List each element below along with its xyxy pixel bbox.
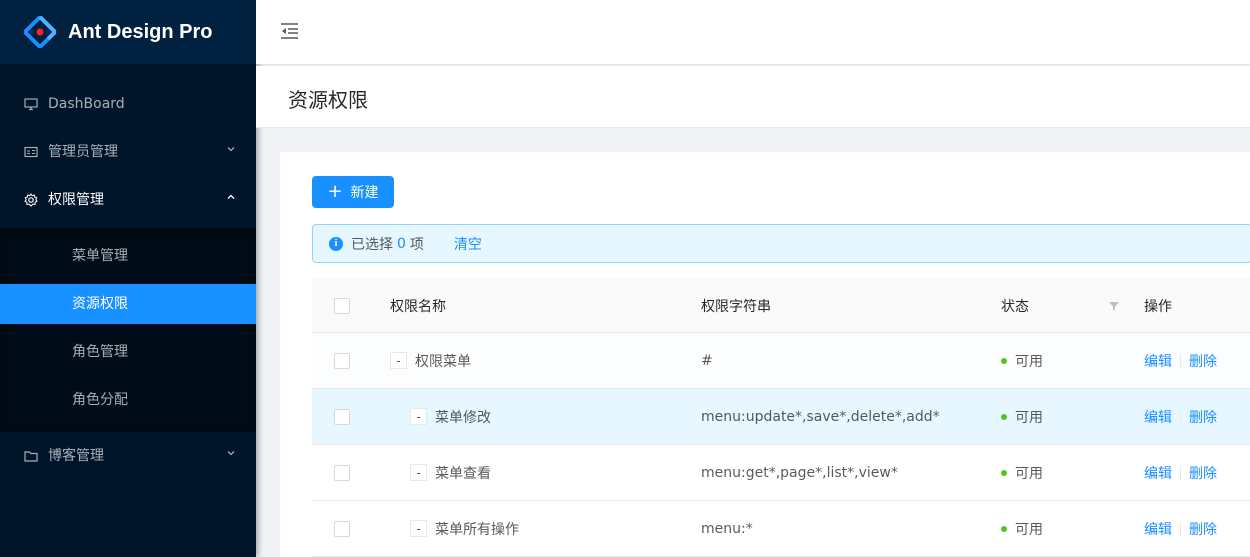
column-header-permission-string: 权限字符串 [701, 298, 771, 315]
sidebar-menu: DashBoard 管理员管理 权限管理 菜单管理 资源权限 角色管理 角色分配… [0, 64, 256, 476]
delete-link[interactable]: 删除 [1189, 407, 1217, 427]
collapse-row-icon[interactable]: - [410, 520, 427, 537]
ant-design-logo-icon [22, 14, 58, 50]
alert-prefix: 已选择 [351, 236, 393, 253]
filter-icon[interactable] [1108, 300, 1120, 312]
row-checkbox[interactable] [334, 520, 350, 537]
row-checkbox[interactable] [334, 408, 350, 425]
table-header: 权限名称 权限字符串 状态 操作 [312, 279, 1250, 333]
collapse-row-icon[interactable]: - [410, 408, 427, 425]
sidebar-item-resource-permissions[interactable]: 资源权限 [0, 284, 256, 324]
permission-string: menu:get*,page*,list*,view* [701, 464, 898, 481]
table-row: - 菜单修改 menu:update*,save*,delete*,add* 可… [312, 389, 1250, 445]
desktop-icon [24, 97, 38, 111]
logo[interactable]: Ant Design Pro [0, 0, 256, 64]
idcard-icon [24, 145, 38, 159]
setting-icon [24, 193, 38, 207]
chevron-down-icon [226, 436, 236, 476]
edit-link[interactable]: 编辑 [1144, 351, 1172, 371]
status-badge: 可用 [1001, 389, 1043, 444]
select-all-checkbox[interactable] [334, 297, 350, 314]
collapse-row-icon[interactable]: - [390, 352, 407, 369]
sidebar-item-role-assignment[interactable]: 角色分配 [0, 380, 256, 420]
chevron-down-icon [226, 132, 236, 172]
status-dot-icon [1001, 469, 1007, 476]
status-dot-icon [1001, 357, 1007, 364]
permissions-table: 权限名称 权限字符串 状态 操作 - 权限菜单 # 可用 编辑 删除 - 菜单修… [312, 279, 1250, 557]
new-button[interactable]: + 新建 [312, 176, 394, 208]
sidebar-item-permission-management[interactable]: 权限管理 [0, 180, 256, 220]
permission-name: 菜单修改 [435, 409, 491, 426]
divider [1180, 409, 1181, 424]
table-row: - 菜单所有操作 menu:* 可用 编辑 删除 [312, 501, 1250, 557]
permission-string: menu:* [701, 520, 753, 537]
clear-selection-link[interactable]: 清空 [454, 234, 482, 254]
status-badge: 可用 [1001, 445, 1043, 500]
permission-name: 菜单所有操作 [435, 521, 519, 538]
status-badge: 可用 [1001, 501, 1043, 556]
edit-link[interactable]: 编辑 [1144, 519, 1172, 539]
table-row: - 权限菜单 # 可用 编辑 删除 [312, 333, 1250, 389]
status-text: 可用 [1015, 409, 1043, 426]
selection-alert: i 已选择 0 项 清空 [312, 224, 1250, 263]
sidebar-item-label: DashBoard [48, 96, 125, 112]
permission-submenu: 菜单管理 资源权限 角色管理 角色分配 [0, 228, 256, 432]
sidebar-item-menu-management[interactable]: 菜单管理 [0, 236, 256, 276]
status-text: 可用 [1015, 521, 1043, 538]
app-title: Ant Design Pro [68, 20, 213, 43]
menu-fold-icon[interactable] [280, 20, 300, 42]
chevron-up-icon [226, 180, 236, 220]
status-dot-icon [1001, 413, 1007, 420]
divider [1180, 465, 1181, 480]
permission-name: 权限菜单 [415, 353, 471, 370]
edit-link[interactable]: 编辑 [1144, 463, 1172, 483]
status-text: 可用 [1015, 353, 1043, 370]
folder-icon [24, 449, 38, 463]
alert-suffix: 项 [409, 236, 424, 253]
delete-link[interactable]: 删除 [1189, 519, 1217, 539]
table-row: - 菜单查看 menu:get*,page*,list*,view* 可用 编辑… [312, 445, 1250, 501]
page-title: 资源权限 [288, 88, 368, 112]
sidebar-item-blog-management[interactable]: 博客管理 [0, 436, 256, 476]
divider [1180, 353, 1181, 368]
row-checkbox[interactable] [334, 464, 350, 481]
global-header [256, 0, 1250, 64]
column-header-actions: 操作 [1144, 298, 1172, 315]
divider [1180, 521, 1181, 536]
sidebar-item-role-management[interactable]: 角色管理 [0, 332, 256, 372]
status-badge: 可用 [1001, 333, 1043, 388]
collapse-row-icon[interactable]: - [410, 464, 427, 481]
delete-link[interactable]: 删除 [1189, 351, 1217, 371]
selected-count: 0 [397, 235, 406, 252]
sidebar-item-label: 权限管理 [48, 192, 104, 208]
sidebar-item-dashboard[interactable]: DashBoard [0, 84, 256, 124]
sidebar-item-label: 博客管理 [48, 448, 104, 464]
info-circle-icon: i [329, 236, 343, 251]
page-header: 资源权限 [256, 66, 1250, 128]
new-button-label: 新建 [350, 185, 379, 201]
permission-string: # [701, 352, 713, 369]
delete-link[interactable]: 删除 [1189, 463, 1217, 483]
status-text: 可用 [1015, 465, 1043, 482]
sidebar: Ant Design Pro DashBoard 管理员管理 权限管理 菜单管理… [0, 0, 256, 557]
column-header-name: 权限名称 [390, 298, 446, 315]
edit-link[interactable]: 编辑 [1144, 407, 1172, 427]
column-header-status: 状态 [1001, 298, 1029, 315]
plus-icon: + [327, 181, 343, 202]
row-checkbox[interactable] [334, 352, 350, 369]
status-dot-icon [1001, 525, 1007, 532]
sidebar-item-admin-management[interactable]: 管理员管理 [0, 132, 256, 172]
content-card: + 新建 i 已选择 0 项 清空 权限名称 权限字符串 状态 操作 - 权限菜… [280, 152, 1250, 557]
sidebar-item-label: 管理员管理 [48, 144, 118, 160]
permission-name: 菜单查看 [435, 465, 491, 482]
permission-string: menu:update*,save*,delete*,add* [701, 408, 940, 425]
